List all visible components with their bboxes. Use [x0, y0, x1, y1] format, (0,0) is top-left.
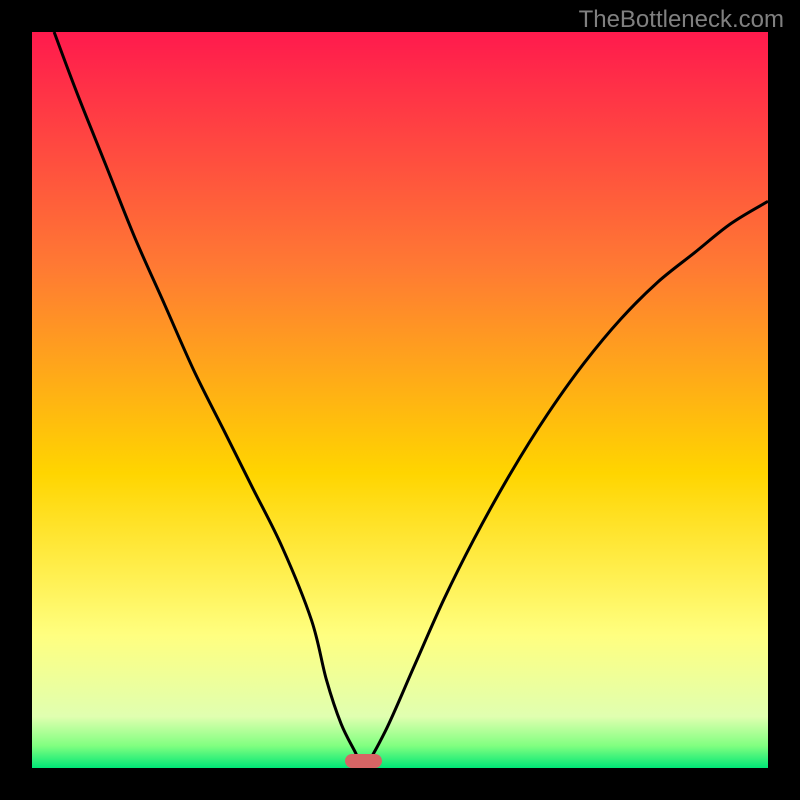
bottleneck-curve	[32, 32, 768, 768]
plot-area	[32, 32, 768, 768]
bottleneck-chart: TheBottleneck.com	[0, 0, 800, 800]
watermark-text: TheBottleneck.com	[579, 6, 784, 34]
optimal-marker	[345, 754, 382, 768]
